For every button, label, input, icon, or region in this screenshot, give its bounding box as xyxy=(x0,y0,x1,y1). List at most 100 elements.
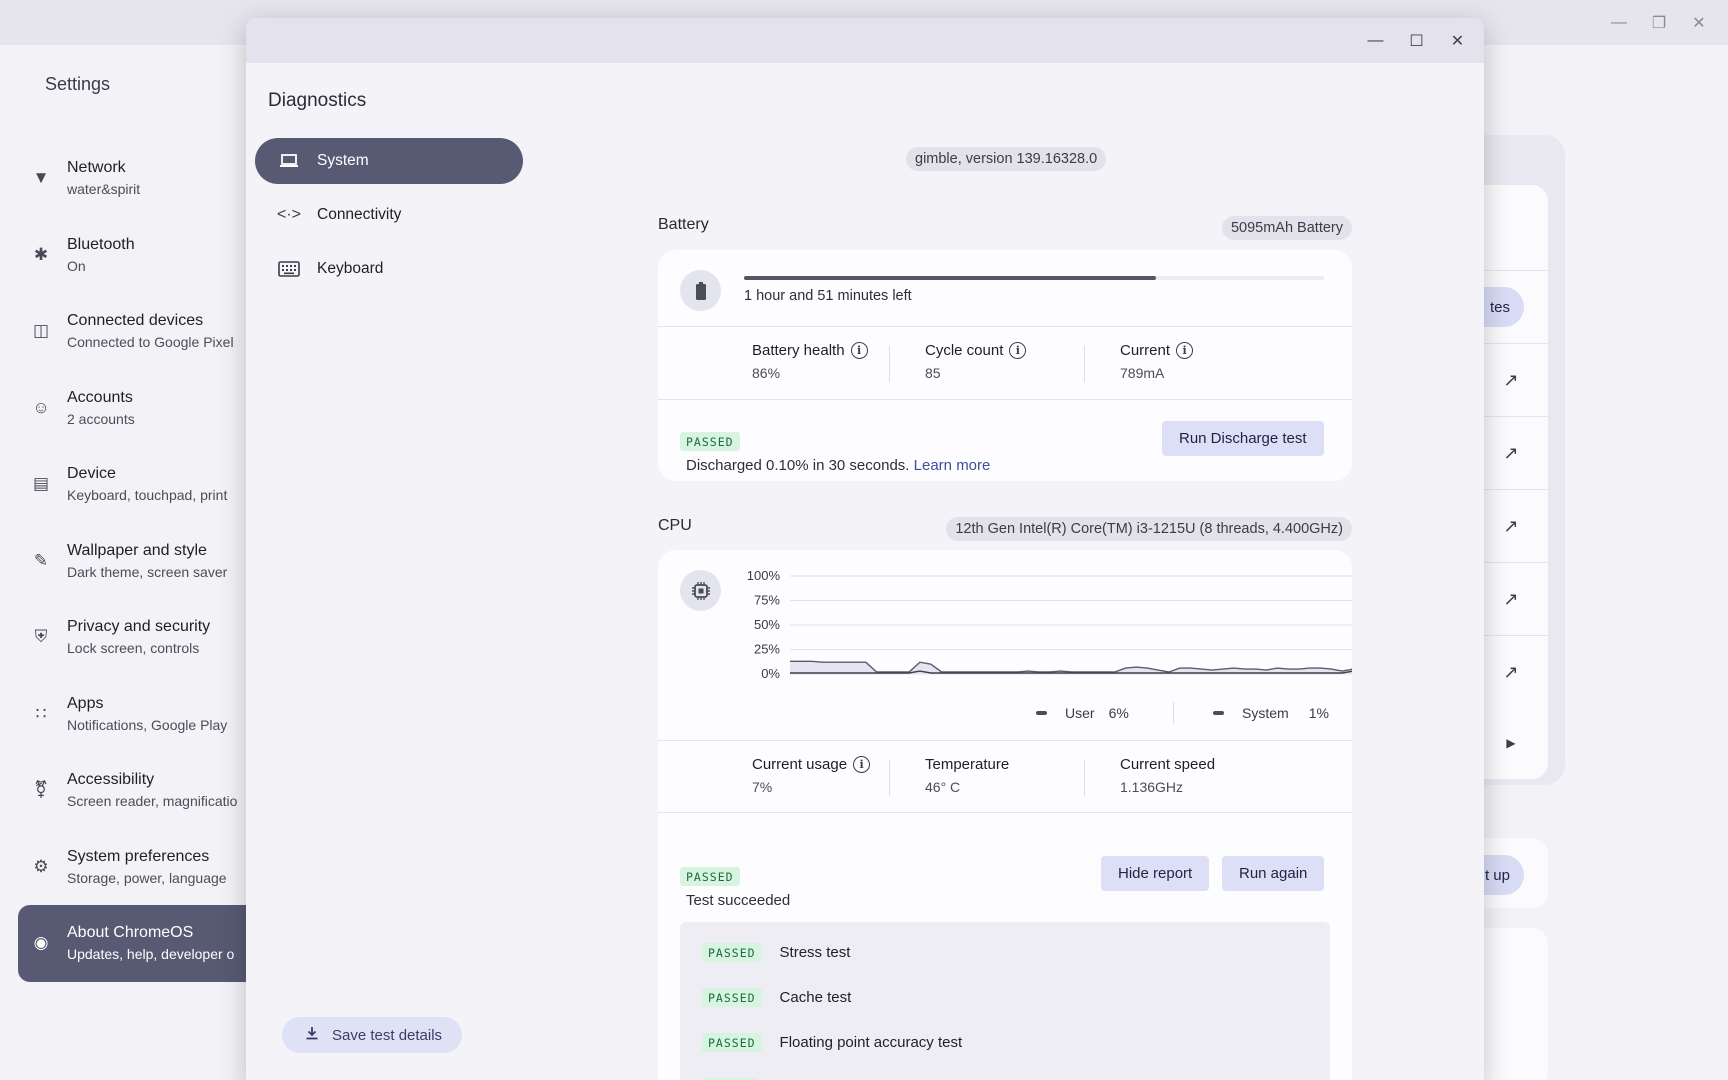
divider xyxy=(1084,346,1085,382)
discharge-result: Discharged 0.10% in 30 seconds. Learn mo… xyxy=(686,457,990,474)
divider xyxy=(1173,702,1174,724)
external-link-icon[interactable]: ↗ xyxy=(1486,428,1536,478)
legend-system-label: System xyxy=(1242,705,1289,721)
external-link-icon[interactable]: ↗ xyxy=(1486,501,1536,551)
settings-nav-item[interactable]: ▤ Device Keyboard, touchpad, print xyxy=(18,446,248,523)
nav-item-sub: Notifications, Google Play xyxy=(67,716,228,733)
run-again-button[interactable]: Run again xyxy=(1222,856,1325,891)
report-test-label: Floating point accuracy test xyxy=(779,1034,963,1051)
info-icon[interactable]: i xyxy=(850,342,868,359)
shield-icon: ⛨ xyxy=(34,627,48,647)
nav-item-label: Connected devices xyxy=(67,312,204,330)
settings-nav-item[interactable]: ⛨ Privacy and security Lock screen, contro… xyxy=(18,599,248,676)
cycle-count-value: 85 xyxy=(925,365,941,381)
discharge-result-text: Discharged 0.10% in 30 seconds. xyxy=(686,457,910,474)
external-link-icon[interactable]: ↗ xyxy=(1486,647,1536,697)
nav-item-sub: On xyxy=(67,257,86,274)
external-link-icon[interactable]: ↗ xyxy=(1486,355,1536,405)
settings-nav-item[interactable]: ◫ Connected devices Connected to Google Pi… xyxy=(18,293,248,370)
nav-item-label: System xyxy=(317,152,369,169)
nav-item-label: About ChromeOS xyxy=(67,924,194,942)
nav-item-connectivity[interactable]: <·> Connectivity xyxy=(255,192,523,238)
settings-nav-item[interactable]: ∷ Apps Notifications, Google Play xyxy=(18,676,248,753)
battery-progress-fill xyxy=(744,276,1156,280)
battery-section-title: Battery xyxy=(658,216,709,233)
nav-item-label: Accessibility xyxy=(67,771,155,789)
chevron-right-icon[interactable]: ▶ xyxy=(1486,718,1536,768)
settings-nav-item[interactable]: ✱ Bluetooth On xyxy=(18,217,248,294)
status-badge: PASSED xyxy=(680,867,740,886)
cpu-model-pill: 12th Gen Intel(R) Core(TM) i3-1215U (8 t… xyxy=(946,517,1352,541)
wifi-icon: ▼ xyxy=(32,168,50,188)
run-discharge-test-button[interactable]: Run Discharge test xyxy=(1162,421,1324,456)
current-usage-label: Current usage xyxy=(752,756,848,773)
maximize-icon[interactable]: ☐ xyxy=(1404,28,1429,53)
external-link-icon[interactable]: ↗ xyxy=(1486,574,1536,624)
battery-health-value: 86% xyxy=(752,365,781,381)
battery-health-label: Battery health xyxy=(752,342,845,359)
nav-item-sub: Lock screen, controls xyxy=(67,640,200,657)
legend-user-value: 6% xyxy=(1108,705,1129,721)
current-usage-value: 7% xyxy=(752,779,773,795)
download-icon xyxy=(304,1025,320,1045)
close-icon[interactable]: ✕ xyxy=(1686,10,1712,36)
status-badge: PASSED xyxy=(702,943,762,962)
battery-capacity-pill: 5095mAh Battery xyxy=(1221,216,1352,240)
settings-nav-item[interactable]: ▼ Network water&spirit xyxy=(18,140,248,217)
settings-nav-item[interactable]: ◉ About ChromeOS Updates, help, developer … xyxy=(18,905,248,982)
battery-health-stat: Battery health i 86% xyxy=(752,342,868,381)
nav-item-sub: 2 accounts xyxy=(67,410,135,427)
info-icon[interactable]: i xyxy=(853,756,871,773)
temperature-stat: Temperature 46° C xyxy=(925,756,1009,795)
gear-icon: ⚙ xyxy=(33,856,49,876)
nav-item-label: Device xyxy=(67,465,116,483)
laptop-icon: ▤ xyxy=(32,474,50,494)
status-badge: PASSED xyxy=(702,988,762,1007)
y-tick-label: 75% xyxy=(754,593,780,608)
divider xyxy=(1084,760,1085,796)
nav-item-sub: water&spirit xyxy=(67,181,141,198)
divider xyxy=(658,812,1352,813)
divider xyxy=(889,346,890,382)
current-speed-value: 1.136GHz xyxy=(1120,779,1184,795)
cpu-test-result: Test succeeded xyxy=(686,892,791,909)
nav-item-label: Wallpaper and style xyxy=(67,541,207,559)
minimize-icon[interactable]: — xyxy=(1606,10,1632,36)
nav-item-keyboard[interactable]: Keyboard xyxy=(255,246,523,292)
report-row-stress: PASSED Stress test xyxy=(702,943,850,962)
cpu-card: 100% 75% 50% 25% 0% User 6% System 1% Curren… xyxy=(658,550,1352,1080)
series-line-user xyxy=(790,660,1352,673)
current-speed-stat: Current speed 1.136GHz xyxy=(1120,756,1215,795)
save-test-details-button[interactable]: Save test details xyxy=(282,1017,462,1053)
diagnostics-window: — ☐ ✕ Diagnostics System <·> Connectivit… xyxy=(246,18,1484,1080)
nav-item-label: Apps xyxy=(67,694,104,712)
diagnostics-titlebar: — ☐ ✕ xyxy=(246,18,1484,63)
settings-nav-item[interactable]: ✎ Wallpaper and style Dark theme, screen s… xyxy=(18,523,248,600)
minimize-icon[interactable]: — xyxy=(1363,28,1388,53)
nav-item-sub: Connected to Google Pixel xyxy=(67,334,234,351)
report-row-cache: PASSED Cache test xyxy=(702,988,851,1007)
battery-progress xyxy=(744,276,1324,280)
bluetooth-icon: ✱ xyxy=(33,244,49,264)
save-test-details-label: Save test details xyxy=(332,1026,443,1044)
nav-item-label: Connectivity xyxy=(317,206,402,223)
cpu-section-title: CPU xyxy=(658,517,692,534)
nav-item-system[interactable]: System xyxy=(255,138,523,184)
settings-nav-item[interactable]: ⚧ Accessibility Screen reader, magnificati… xyxy=(18,752,248,829)
diagnostics-nav: System <·> Connectivity Keyboard xyxy=(255,138,523,300)
restore-icon[interactable]: ❐ xyxy=(1646,10,1672,36)
info-icon[interactable]: i xyxy=(1009,342,1027,359)
diagnostics-title: Diagnostics xyxy=(268,90,367,111)
info-icon[interactable]: i xyxy=(1176,342,1194,359)
close-icon[interactable]: ✕ xyxy=(1445,28,1470,53)
settings-nav-item[interactable]: ⚙ System preferences Storage, power, langu… xyxy=(18,829,248,906)
learn-more-link[interactable]: Learn more xyxy=(914,457,991,474)
nav-item-sub: Keyboard, touchpad, print xyxy=(67,487,228,504)
divider xyxy=(658,326,1352,327)
legend-swatch xyxy=(1213,711,1224,715)
hide-report-button[interactable]: Hide report xyxy=(1101,856,1210,891)
settings-nav-item[interactable]: ☺ Accounts 2 accounts xyxy=(18,370,248,447)
apps-grid-icon: ∷ xyxy=(35,703,47,723)
battery-card: 1 hour and 51 minutes left Battery healt… xyxy=(658,250,1352,481)
report-test-label: Stress test xyxy=(779,944,851,961)
